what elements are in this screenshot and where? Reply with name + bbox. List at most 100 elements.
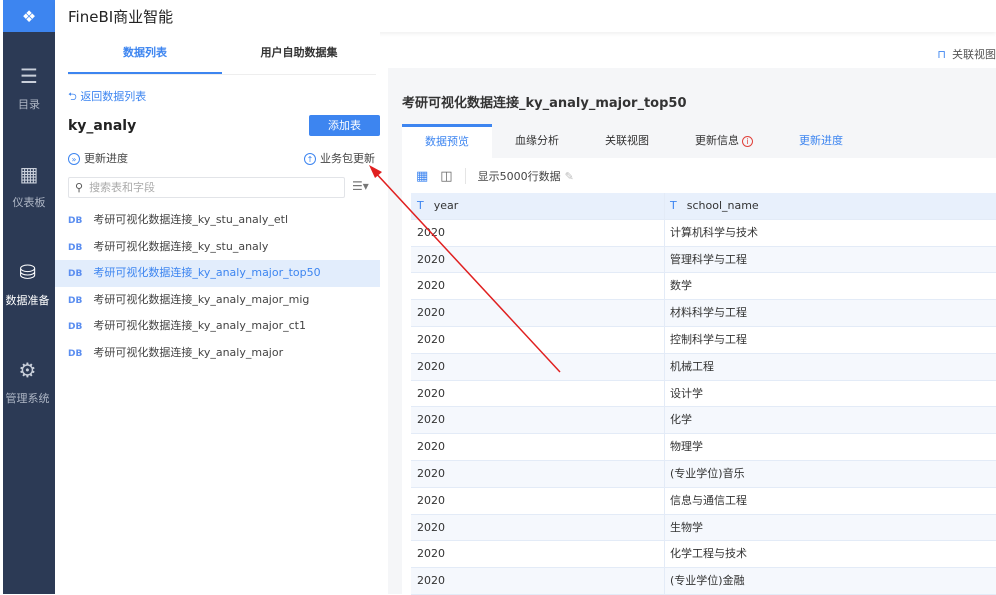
- info-icon: i: [742, 136, 753, 147]
- table-header: Tyear Tschool_name: [411, 193, 996, 220]
- dataset-title: 考研可视化数据连接_ky_analy_major_top50: [402, 96, 687, 111]
- divider: [464, 168, 466, 184]
- tab-relation-view[interactable]: 关联视图: [582, 124, 672, 158]
- package-name: ky_analy: [68, 118, 137, 134]
- db-icon: DB: [68, 269, 83, 280]
- header: FineBI商业智能: [55, 0, 996, 32]
- table-row: 2020 (专业学位)音乐: [411, 460, 996, 488]
- table-cell[interactable]: 2020: [411, 326, 665, 353]
- package-update-link[interactable]: ↑ 业务包更新: [304, 150, 375, 166]
- db-icon: DB: [68, 295, 83, 306]
- list-item[interactable]: DB 考研可视化数据连接_ky_stu_analy_etl: [55, 207, 380, 234]
- table-cell[interactable]: 2020: [411, 273, 665, 300]
- column-name: year: [433, 199, 459, 212]
- table-cell[interactable]: 2020: [411, 353, 665, 380]
- table-cell[interactable]: 2020: [411, 407, 665, 434]
- sidebar-item-catalog[interactable]: ☰ 目录: [3, 64, 55, 112]
- table-cell[interactable]: 材料科学与工程: [665, 300, 996, 326]
- column-header-year[interactable]: Tyear: [411, 193, 665, 219]
- table-cell[interactable]: 计算机科学与技术: [665, 220, 996, 246]
- table-row: 2020 设计学: [411, 380, 996, 408]
- upload-icon: ↑: [304, 153, 316, 165]
- table-row: 2020 计算机科学与技术: [411, 219, 996, 247]
- table-cell[interactable]: 设计学: [665, 381, 996, 407]
- edit-icon[interactable]: ✎: [565, 170, 574, 183]
- tab-data-preview[interactable]: 数据预览: [402, 124, 492, 158]
- sidebar-item-label: 管理系统: [5, 392, 50, 405]
- table-cell[interactable]: 2020: [411, 434, 665, 460]
- sidebar-item-data-prep[interactable]: ⛁ 数据准备: [0, 260, 55, 308]
- search-placeholder: 搜索表和字段: [89, 181, 156, 194]
- list-item[interactable]: DB 考研可视化数据连接_ky_analy_major_mig: [55, 287, 380, 314]
- relation-view-label: 关联视图: [952, 48, 996, 61]
- search-icon: ⚲: [75, 181, 84, 194]
- row-limit-label: 显示5000行数据: [477, 170, 561, 183]
- sidebar-item-admin[interactable]: ⚙ 管理系统: [0, 358, 55, 406]
- table-name: 考研可视化数据连接_ky_stu_analy: [93, 239, 269, 253]
- db-icon: DB: [68, 348, 83, 359]
- layout-view-icon[interactable]: ◫: [440, 169, 452, 184]
- table-row: 2020 材料科学与工程: [411, 300, 996, 327]
- update-progress-link[interactable]: » 更新进度: [68, 150, 128, 166]
- table-cell[interactable]: 机械工程: [665, 354, 996, 380]
- tab-data-list[interactable]: 数据列表: [68, 40, 222, 74]
- table-cell[interactable]: 2020: [411, 568, 665, 594]
- table-cell[interactable]: 2020: [411, 514, 665, 541]
- table-cell[interactable]: (专业学位)金融: [665, 568, 996, 594]
- table-row: 2020 化学: [411, 407, 996, 435]
- list-item[interactable]: DB 考研可视化数据连接_ky_analy_major_ct1: [55, 313, 380, 340]
- table-cell[interactable]: 数学: [665, 273, 996, 299]
- table-list: DB 考研可视化数据连接_ky_stu_analy_etl DB 考研可视化数据连接…: [55, 207, 380, 367]
- table-cell[interactable]: 2020: [411, 460, 665, 487]
- table-name: 考研可视化数据连接_ky_analy_major_top50: [93, 266, 321, 280]
- search-input[interactable]: ⚲ 搜索表和字段: [68, 177, 345, 198]
- table-cell[interactable]: 控制科学与工程: [665, 327, 996, 353]
- table-cell[interactable]: 化学: [665, 407, 996, 433]
- table-cell[interactable]: (专业学位)音乐: [665, 461, 996, 487]
- table-row: 2020 生物学: [411, 514, 996, 542]
- table-cell[interactable]: 2020: [411, 380, 665, 407]
- table-cell[interactable]: 化学工程与技术: [665, 541, 996, 567]
- logo-icon[interactable]: ❖: [3, 0, 55, 32]
- app-title: FineBI商业智能: [68, 8, 174, 26]
- gear-icon: ⚙: [18, 358, 37, 382]
- relation-view-button[interactable]: ⊓ 关联视图: [937, 46, 996, 62]
- tab-lineage[interactable]: 血缘分析: [492, 124, 582, 158]
- back-link[interactable]: ⮌ 返回数据列表: [68, 88, 146, 107]
- table-cell[interactable]: 2020: [411, 541, 665, 568]
- preview-toolbar: ▦ ◫ 显示5000行数据 ✎: [416, 168, 574, 184]
- back-label: 返回数据列表: [80, 90, 147, 103]
- table-row: 2020 化学工程与技术: [411, 541, 996, 569]
- table-row: 2020 控制科学与工程: [411, 326, 996, 354]
- tab-update-info[interactable]: 更新信息 i: [672, 124, 776, 158]
- sidebar-item-dashboard[interactable]: ▦ 仪表板: [3, 162, 55, 210]
- db-icon: DB: [68, 322, 83, 333]
- tab-self-service-dataset[interactable]: 用户自助数据集: [222, 40, 376, 74]
- list-item[interactable]: DB 考研可视化数据连接_ky_analy_major: [55, 340, 380, 367]
- table-name: 考研可视化数据连接_ky_analy_major: [93, 345, 284, 359]
- table-cell[interactable]: 物理学: [665, 434, 996, 460]
- table-cell[interactable]: 生物学: [665, 515, 996, 541]
- table-cell[interactable]: 2020: [411, 487, 665, 514]
- sidebar: ❖ ☰ 目录 ▦ 仪表板 ⛁ 数据准备 ⚙ 管理系统: [3, 0, 55, 594]
- column-header-school-name[interactable]: Tschool_name: [665, 193, 996, 219]
- filter-history-icon[interactable]: ☰▾: [352, 179, 369, 193]
- table-cell[interactable]: 管理科学与工程: [665, 247, 996, 273]
- table-row: 2020 数学: [411, 273, 996, 301]
- grid-view-icon[interactable]: ▦: [416, 169, 428, 184]
- right-panel: 考研可视化数据连接_ky_analy_major_top50 数据预览 血缘分析…: [388, 68, 996, 595]
- table-cell[interactable]: 信息与通信工程: [665, 488, 996, 514]
- preview-panel: ▦ ◫ 显示5000行数据 ✎ Tyear Tschool_name 2020 计…: [402, 158, 996, 595]
- left-panel: 数据列表 用户自助数据集 ⮌ 返回数据列表 ky_analy 添加表 » 更新进度…: [55, 32, 380, 594]
- table-cell[interactable]: 2020: [411, 300, 665, 326]
- list-item[interactable]: DB 考研可视化数据连接_ky_stu_analy: [55, 234, 380, 261]
- list-item-selected[interactable]: DB 考研可视化数据连接_ky_analy_major_top50: [55, 260, 380, 287]
- table-cell[interactable]: 2020: [411, 246, 665, 273]
- sidebar-item-label: 目录: [18, 98, 40, 111]
- tab-update-progress[interactable]: 更新进度: [776, 124, 866, 158]
- database-icon: ⛁: [19, 260, 36, 284]
- tab-label: 更新信息: [695, 134, 739, 147]
- table-cell[interactable]: 2020: [411, 219, 665, 246]
- text-type-icon: T: [417, 199, 424, 212]
- add-table-button[interactable]: 添加表: [309, 115, 380, 136]
